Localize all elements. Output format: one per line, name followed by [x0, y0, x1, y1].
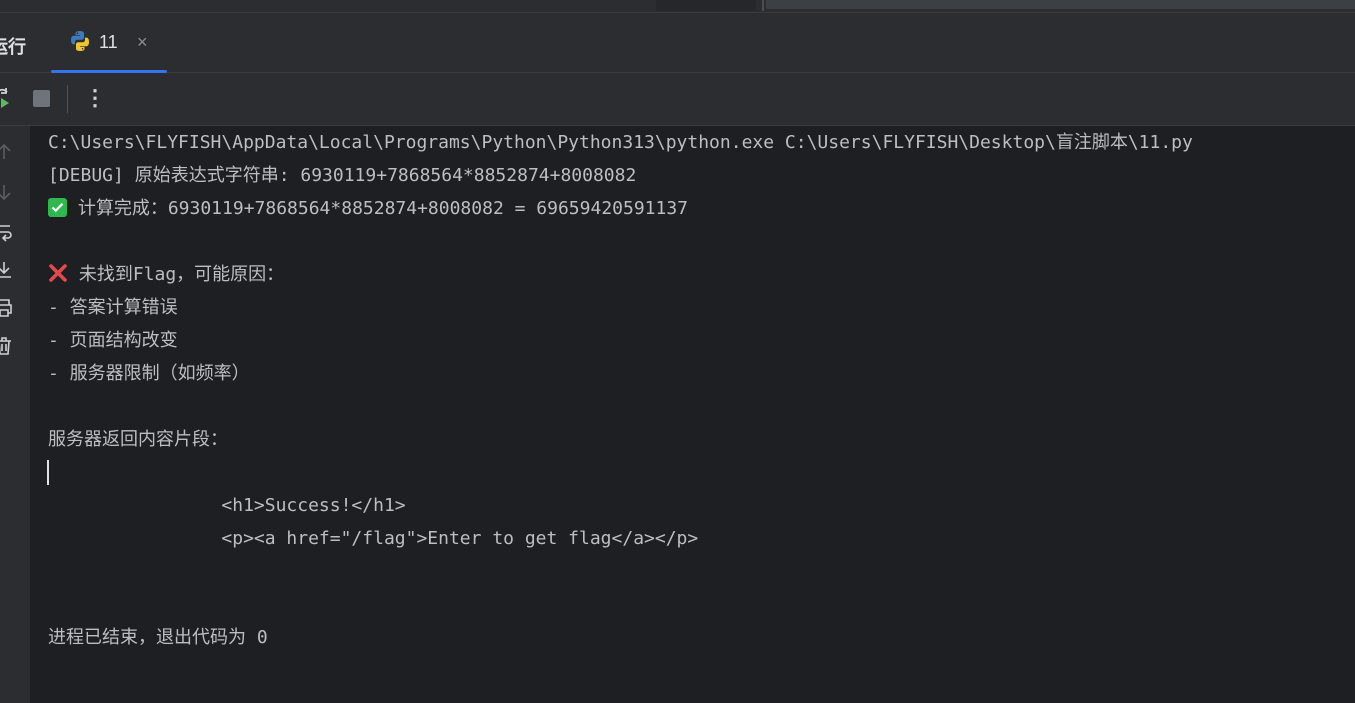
rerun-icon[interactable]: [0, 87, 12, 109]
print-icon[interactable]: [0, 298, 14, 318]
notfound-text: 未找到Flag，可能原因：: [68, 264, 285, 285]
cross-mark-icon: [49, 264, 67, 282]
console-output[interactable]: C:\Users\FLYFISH\AppData\Local\Programs\…: [30, 126, 1355, 703]
console-line-notfound: 未找到Flag，可能原因：: [48, 263, 284, 287]
soft-wrap-icon[interactable]: [0, 222, 14, 242]
stop-icon[interactable]: [33, 90, 50, 107]
close-icon[interactable]: ×: [137, 32, 148, 53]
arrow-down-icon[interactable]: [0, 182, 14, 202]
top-strip-scrollbar[interactable]: [766, 0, 1355, 9]
tab-label: 11: [99, 32, 118, 52]
console-line-html2: <p><a href="/flag">Enter to get flag</a>…: [48, 528, 699, 549]
check-mark-icon: [48, 198, 67, 217]
text-cursor: [47, 460, 49, 485]
console-line-html1: <h1>Success!</h1>: [48, 495, 406, 516]
top-strip-divider: [762, 0, 764, 11]
console-line-reason1: - 答案计算错误: [48, 297, 178, 318]
run-panel-title: 运行: [0, 37, 26, 57]
more-options-icon[interactable]: ⋮: [84, 84, 106, 112]
tab-11[interactable]: 11 ×: [51, 13, 167, 73]
console-line-command: C:\Users\FLYFISH\AppData\Local\Programs\…: [48, 132, 1193, 153]
console-line-snippet-title: 服务器返回内容片段：: [48, 429, 228, 450]
calc-result-text: 计算完成：6930119+7868564*8852874+8008082 = 6…: [67, 198, 689, 219]
scroll-to-end-icon[interactable]: [0, 260, 14, 280]
python-icon: [71, 31, 89, 51]
arrow-up-icon[interactable]: [0, 142, 14, 162]
console-line-debug: [DEBUG] 原始表达式字符串: 6930119+7868564*885287…: [48, 165, 637, 186]
console-line-exit: 进程已结束，退出代码为 0: [48, 627, 268, 648]
console-line-reason2: - 页面结构改变: [48, 330, 178, 351]
run-toolbar: ⋮: [0, 73, 1355, 126]
console-line-calc: 计算完成：6930119+7868564*8852874+8008082 = 6…: [48, 197, 688, 221]
top-strip-segment: [656, 0, 756, 11]
window-top-strip: [0, 0, 1355, 13]
trash-icon[interactable]: [0, 336, 14, 356]
run-tab-bar: 运行 11 ×: [0, 13, 1355, 73]
console-side-toolbar: [0, 126, 30, 703]
toolbar-separator: [67, 85, 68, 113]
console-line-reason3: - 服务器限制（如频率）: [48, 363, 250, 384]
